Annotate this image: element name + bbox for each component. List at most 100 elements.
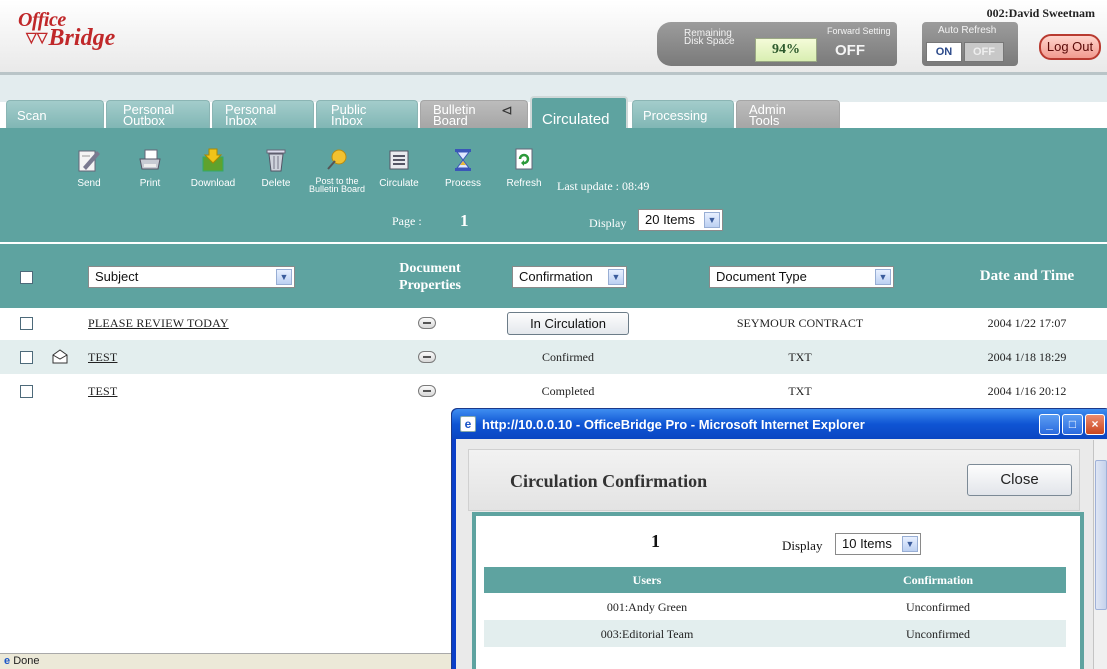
tab-personal-inbox[interactable]: Personal Inbox [212,100,314,130]
download-button[interactable]: Download [186,147,240,189]
row-subject-link[interactable]: TEST [88,350,117,365]
last-update: Last update : 08:49 [557,179,650,193]
tab-scan[interactable]: Scan [6,100,104,130]
delete-button[interactable]: Delete [257,147,295,189]
print-button[interactable]: Print [133,147,167,189]
display-label: Display [589,216,627,230]
properties-icon[interactable] [418,351,436,363]
confirmation-filter-value: Confirmation [519,269,593,284]
table-header: Subject ▼ Document Properties Confirmation… [0,244,1107,308]
status-panel: Remaining Disk Space 94% Forward Setting… [657,22,897,66]
subject-filter-value: Subject [95,269,139,284]
row-subject-link[interactable]: PLEASE REVIEW TODAY [88,316,229,331]
officebridge-logo: Office ▽▽Bridge [18,10,115,50]
window-title-bar[interactable]: e http://10.0.0.10 - OfficeBridge Pro - … [452,409,1107,439]
auto-refresh-off-toggle[interactable]: OFF [964,42,1004,62]
forward-setting-value[interactable]: OFF [835,42,865,59]
row-confirmation: Completed [541,384,595,398]
close-button[interactable]: Close [967,464,1072,496]
circulate-button[interactable]: Circulate [374,147,424,189]
refresh-icon [515,148,533,170]
row-checkbox[interactable] [20,317,33,330]
tab-public-inbox[interactable]: Public Inbox [316,100,418,130]
status-text: Done [13,655,40,667]
maximize-icon[interactable]: □ [1062,414,1083,435]
printer-icon [139,149,161,170]
row-user: 001:Andy Green [606,600,688,614]
tab-bulletin-board[interactable]: Bulletin Board ⊲ [420,100,528,130]
refresh-button[interactable]: Refresh [501,147,547,189]
select-all-checkbox[interactable] [20,271,33,284]
logo-text: Bridge [48,25,116,51]
row-checkbox[interactable] [20,385,33,398]
doc-properties-header: Document Properties [378,260,482,294]
doctype-filter-select[interactable]: Document Type ▼ [709,266,894,288]
header-line: Document [399,261,461,276]
row-date: 2004 1/16 20:12 [987,384,1067,398]
popup-display-select[interactable]: 10 Items ▼ [835,533,921,555]
page-label: Page : [392,214,422,228]
date-time-header: Date and Time [979,268,1075,284]
current-user: 002:David Sweetnam [986,6,1095,20]
download-icon [202,148,224,172]
tab-label: Inbox [331,113,363,128]
top-bar: Office ▽▽Bridge 002:David Sweetnam Remai… [0,0,1107,72]
tab-label: Board [433,113,468,128]
trash-icon [266,149,286,172]
toolbar: Send Print Download Delete Post to the B… [0,130,1107,242]
popup-display-label: Display [782,538,823,553]
auto-refresh-panel: Auto Refresh ON OFF [922,22,1018,66]
page-number: 1 [460,211,469,230]
display-count-value: 20 Items [645,212,695,227]
popup-scrollbar[interactable] [1093,440,1107,669]
ie-page-icon: e [4,655,11,667]
in-circulation-button[interactable]: In Circulation [507,312,629,335]
row-user: 003:Editorial Team [600,627,694,641]
logout-button[interactable]: Log Out [1039,34,1101,60]
disk-space-label2: Disk Space [684,36,735,47]
chevron-down-icon: ▼ [902,536,918,552]
properties-icon[interactable] [418,385,436,397]
minimize-icon[interactable]: _ [1039,414,1060,435]
tab-admin-tools[interactable]: Admin Tools [736,100,840,130]
disk-space-value: 94% [755,38,817,62]
table-row: TEST Completed TXT 2004 1/16 20:12 [0,374,1107,408]
chevron-down-icon: ▼ [704,212,720,228]
chevron-down-icon: ▼ [276,269,292,285]
tab-label: Scan [17,108,47,123]
post-bulletin-button[interactable]: Post to the Bulletin Board [306,147,368,194]
confirmation-filter-select[interactable]: Confirmation ▼ [512,266,627,288]
auto-refresh-on-toggle[interactable]: ON [926,42,962,62]
row-subject-link[interactable]: TEST [88,384,117,399]
row-date: 2004 1/22 17:07 [987,316,1067,330]
subject-filter-select[interactable]: Subject ▼ [88,266,295,288]
process-label: Process [444,178,482,189]
send-button[interactable]: Send [74,147,104,189]
tab-label: Tools [749,113,780,128]
window-title: http://10.0.0.10 - OfficeBridge Pro - Mi… [482,417,865,432]
confirmation-column-header: Confirmation [903,573,973,587]
chevron-down-icon: ▼ [608,269,624,285]
row-checkbox[interactable] [20,351,33,364]
display-count-select[interactable]: 20 Items ▼ [638,209,723,231]
circulate-icon [389,150,409,170]
process-button[interactable]: Process [439,147,487,189]
confirmation-row: 001:Andy Green Unconfirmed [484,593,1066,620]
bulletin-pin-icon: ⊲ [501,102,513,118]
download-label: Download [190,178,236,189]
confirmation-row: 003:Editorial Team Unconfirmed [484,620,1066,647]
delete-label: Delete [261,178,291,189]
refresh-label: Refresh [506,178,542,189]
row-confirmation: Confirmed [542,350,594,364]
push-pin-icon [327,149,347,170]
scrollbar-thumb[interactable] [1095,460,1107,610]
row-doctype: SEYMOUR CONTRACT [736,316,864,330]
tab-processing[interactable]: Processing [632,100,734,130]
forward-setting-label: Forward Setting [827,26,891,36]
popup-page-number: 1 [651,531,660,551]
properties-icon[interactable] [418,317,436,329]
envelope-open-icon [52,349,68,364]
popup-display-value: 10 Items [842,536,892,551]
tab-personal-outbox[interactable]: Personal Outbox [106,100,210,130]
close-icon[interactable]: × [1085,414,1105,435]
